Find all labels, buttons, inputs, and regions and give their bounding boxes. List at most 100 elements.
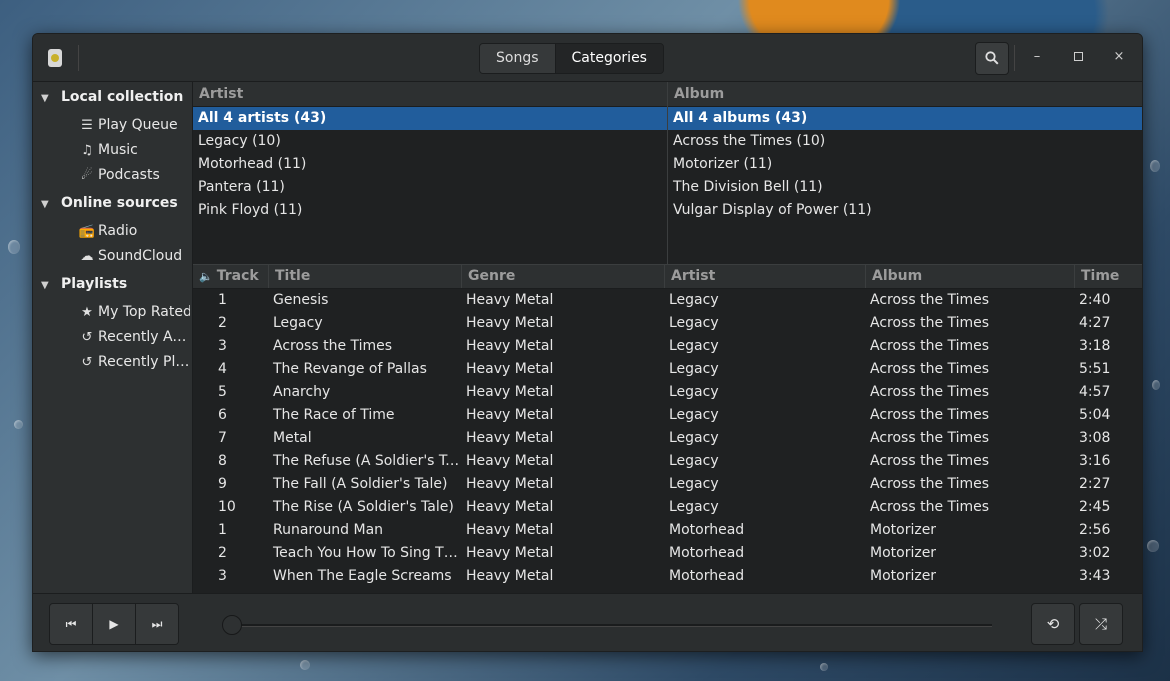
sidebar-item-recently-played[interactable]: ↺Recently Played — [78, 354, 190, 370]
expander-down-icon: ▼ — [41, 280, 49, 291]
music-note-icon: ♫ — [81, 143, 93, 158]
album-row[interactable]: All 4 albums (43) — [668, 107, 1142, 130]
track-title: Across the Times — [273, 338, 393, 354]
track-artist: Legacy — [669, 499, 719, 515]
column-header-album[interactable]: Album — [865, 265, 1074, 288]
table-row[interactable]: 1 Runaround Man Heavy Metal Motorhead Motori… — [193, 519, 1142, 542]
column-header-artist[interactable]: Artist — [664, 265, 865, 288]
album-list: Album All 4 albums (43) Across the Times… — [668, 82, 1142, 264]
track-genre: Heavy Metal — [466, 338, 554, 354]
table-row[interactable]: 8 The Refuse (A Soldier's Tale) Heavy Meta… — [193, 450, 1142, 473]
track-artist: Motorhead — [669, 522, 745, 538]
artist-row[interactable]: All 4 artists (43) — [193, 107, 667, 130]
maximize-icon — [1073, 52, 1083, 61]
track-album: Motorizer — [870, 522, 937, 538]
shuffle-icon: ⤮ — [1094, 615, 1107, 633]
album-row[interactable]: Across the Times (10) — [668, 130, 1142, 153]
track-album: Across the Times — [870, 499, 990, 515]
library-browser: Artist All 4 artists (43) Legacy (10) Mo… — [193, 82, 1142, 264]
track-genre: Heavy Metal — [466, 407, 554, 423]
track-number: 9 — [218, 476, 227, 492]
table-row[interactable]: 7 Metal Heavy Metal Legacy Across the Times 3… — [193, 427, 1142, 450]
track-artist: Legacy — [669, 430, 719, 446]
sidebar-item-play-queue[interactable]: ☰ Play Queue — [78, 117, 190, 133]
seek-bar[interactable] — [233, 624, 992, 627]
tab-songs[interactable]: Songs — [480, 44, 555, 73]
track-genre: Heavy Metal — [466, 568, 554, 584]
table-row[interactable]: 1 Genesis Heavy Metal Legacy Across the Time… — [193, 289, 1142, 312]
search-button[interactable] — [975, 42, 1009, 75]
artist-row[interactable]: Pink Floyd (11) — [193, 199, 667, 222]
track-album: Across the Times — [870, 430, 990, 446]
play-button[interactable]: ▶ — [93, 604, 136, 644]
track-title: The Rise (A Soldier's Tale) — [273, 499, 454, 515]
table-row[interactable]: 5 Anarchy Heavy Metal Legacy Across the Time… — [193, 381, 1142, 404]
sidebar-item-podcasts[interactable]: ☄ Podcasts — [78, 167, 190, 183]
sidebar-item-recently-added[interactable]: ↺Recently Added — [78, 329, 190, 345]
track-artist: Legacy — [669, 476, 719, 492]
table-row[interactable]: 3 Across the Times Heavy Metal Legacy Across… — [193, 335, 1142, 358]
search-icon — [985, 51, 999, 65]
album-column-header[interactable]: Album — [668, 82, 1142, 107]
sidebar-item-soundcloud[interactable]: ☁ SoundCloud — [78, 248, 190, 264]
table-row[interactable]: 2 Legacy Heavy Metal Legacy Across the Times… — [193, 312, 1142, 335]
artist-column-header[interactable]: Artist — [193, 82, 667, 107]
table-row[interactable]: 6 The Race of Time Heavy Metal Legacy Across… — [193, 404, 1142, 427]
next-button[interactable]: ⏭ — [136, 604, 178, 644]
list-icon: ☰ — [81, 118, 93, 133]
previous-button[interactable]: ⏮ — [50, 604, 93, 644]
minimize-button[interactable]: – — [1026, 46, 1048, 68]
header-separator — [1014, 45, 1015, 71]
sidebar-section-local-collection[interactable]: ▼ Local collection — [41, 89, 183, 105]
track-number: 2 — [218, 545, 227, 561]
track-title: Anarchy — [273, 384, 331, 400]
close-button[interactable]: × — [1108, 46, 1130, 68]
track-time: 3:18 — [1079, 338, 1111, 354]
column-header-title[interactable]: Title — [268, 265, 461, 288]
track-genre: Heavy Metal — [466, 430, 554, 446]
track-artist: Legacy — [669, 292, 719, 308]
artist-row[interactable]: Motorhead (11) — [193, 153, 667, 176]
track-time: 3:43 — [1079, 568, 1111, 584]
table-row[interactable]: 3 When The Eagle Screams Heavy Metal Motorh… — [193, 565, 1142, 588]
album-row[interactable]: The Division Bell (11) — [668, 176, 1142, 199]
column-header-time[interactable]: Time — [1074, 265, 1142, 288]
wallpaper-droplet — [1147, 540, 1159, 552]
speaker-icon: 🔈 — [199, 270, 213, 283]
sidebar-item-my-top-rated[interactable]: ★ My Top Rated — [78, 304, 190, 320]
shuffle-button[interactable]: ⤮ — [1079, 603, 1123, 645]
track-list: 🔈 Track Title Genre Artist Album Time 1 Ge… — [193, 264, 1142, 594]
track-time: 4:57 — [1079, 384, 1111, 400]
artist-row[interactable]: Pantera (11) — [193, 176, 667, 199]
artist-list: Artist All 4 artists (43) Legacy (10) Mo… — [193, 82, 667, 264]
table-row[interactable]: 9 The Fall (A Soldier's Tale) Heavy Metal L… — [193, 473, 1142, 496]
track-genre: Heavy Metal — [466, 476, 554, 492]
track-genre: Heavy Metal — [466, 499, 554, 515]
album-row[interactable]: Motorizer (11) — [668, 153, 1142, 176]
track-title: Genesis — [273, 292, 329, 308]
sidebar-item-radio[interactable]: 📻 Radio — [78, 223, 190, 239]
track-title: The Fall (A Soldier's Tale) — [273, 476, 448, 492]
rhythmbox-icon[interactable] — [48, 49, 62, 67]
table-row[interactable]: 2 Teach You How To Sing The Blues Heavy Me… — [193, 542, 1142, 565]
table-row[interactable]: 10 The Rise (A Soldier's Tale) Heavy Metal… — [193, 496, 1142, 519]
maximize-button[interactable] — [1067, 46, 1089, 68]
sidebar-section-playlists[interactable]: ▼ Playlists — [41, 276, 127, 292]
column-header-track[interactable]: 🔈 Track — [193, 265, 268, 288]
sidebar-item-music[interactable]: ♫ Music — [78, 142, 190, 158]
tab-categories[interactable]: Categories — [554, 44, 663, 73]
wallpaper-droplet — [1152, 380, 1160, 390]
sidebar-section-online-sources[interactable]: ▼ Online sources — [41, 195, 178, 211]
album-row[interactable]: Vulgar Display of Power (11) — [668, 199, 1142, 222]
artist-row[interactable]: Legacy (10) — [193, 130, 667, 153]
track-album: Across the Times — [870, 384, 990, 400]
track-number: 1 — [218, 292, 227, 308]
seek-knob[interactable] — [222, 615, 242, 635]
track-number: 7 — [218, 430, 227, 446]
next-icon: ⏭ — [151, 617, 163, 631]
table-row[interactable]: 4 The Revange of Pallas Heavy Metal Legacy A… — [193, 358, 1142, 381]
repeat-button[interactable]: ⟲ — [1031, 603, 1075, 645]
column-header-genre[interactable]: Genre — [461, 265, 664, 288]
history-icon: ↺ — [81, 355, 93, 370]
track-number: 8 — [218, 453, 227, 469]
